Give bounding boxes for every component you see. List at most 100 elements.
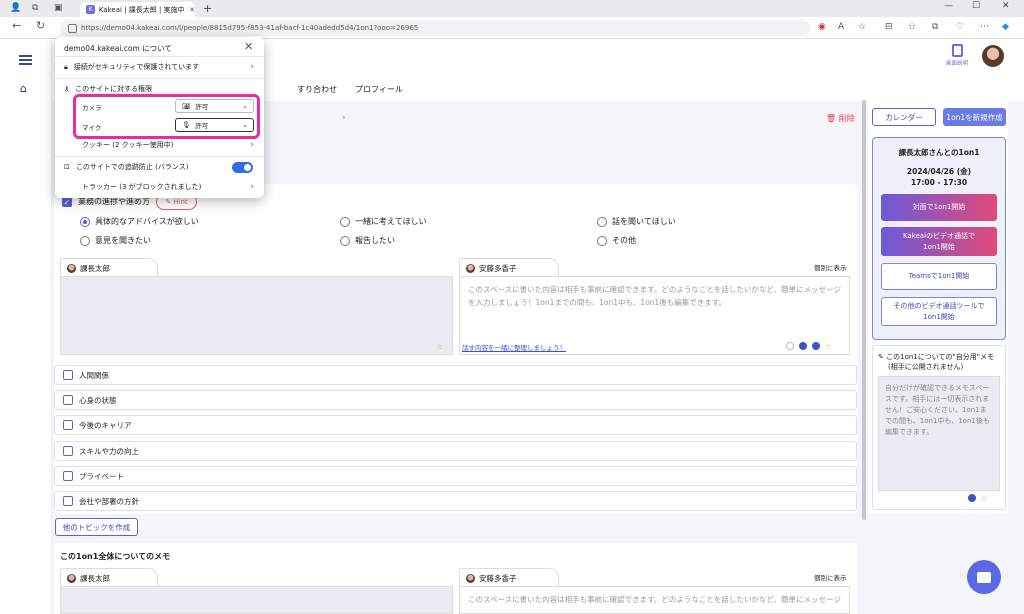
lock-icon: 🔒︎ xyxy=(64,62,68,71)
topic-row[interactable]: 心身の状態 xyxy=(54,390,857,410)
copilot-icon[interactable]: ◆ xyxy=(1002,22,1009,32)
memo-left-input[interactable] xyxy=(60,586,453,614)
collections-toolbar-icon[interactable]: ⧉ xyxy=(932,22,938,32)
read-aloud-icon[interactable]: A xyxy=(838,22,844,32)
more-icon[interactable]: ⋯ xyxy=(980,22,989,32)
start-other-video-button[interactable]: その他のビデオ通話ツールで 1on1開始 xyxy=(881,297,997,326)
delete-button[interactable]: 🗑 削除 xyxy=(826,113,855,124)
option-radio[interactable]: 一緒に考えてほしい xyxy=(340,216,427,227)
url-text: https://demo04.kakeai.com/l/people/8815d… xyxy=(81,24,419,32)
star-icon[interactable]: ☆ xyxy=(980,494,987,503)
topic-row[interactable]: スキルや力の向上 xyxy=(54,441,857,461)
radio-dot xyxy=(597,235,607,246)
memo-title: この1on1全体についてのメモ xyxy=(60,552,171,561)
s-icon[interactable] xyxy=(812,342,820,350)
star-icon[interactable]: ☆ xyxy=(436,342,443,351)
cookie-row[interactable]: クッキー (2 クッキー使用中) › xyxy=(82,140,254,150)
tab-actions-icon[interactable]: ▣ xyxy=(54,3,63,13)
key-icon: ⚷ xyxy=(64,85,70,93)
other-btn-line1: その他のビデオ通話ツールで xyxy=(893,301,985,310)
tracking-toggle[interactable] xyxy=(232,162,253,173)
camera-in-use-icon[interactable]: ◉ xyxy=(818,22,826,32)
start-kakeai-video-button[interactable]: Kakeaiのビデオ通話で 1on1開始 xyxy=(881,227,997,256)
session-time: 17:00 - 17:30 xyxy=(910,178,968,187)
topic-row[interactable]: プライベート xyxy=(54,466,857,486)
option-radio[interactable]: 具体的なアドバイスが欲しい xyxy=(80,216,199,227)
chat-button[interactable] xyxy=(967,560,1001,594)
tracker-row[interactable]: トラッカー (3 がブロックされました) › xyxy=(82,182,254,192)
organize-link-text: 話す内容を一緒に整理しましょう！ xyxy=(462,344,566,352)
delete-label: 削除 xyxy=(838,114,855,123)
right-author: 安藤多香子 xyxy=(479,263,517,273)
radio-dot xyxy=(80,235,90,246)
refresh-icon[interactable]: ↻ xyxy=(36,19,45,32)
emoji-icon[interactable] xyxy=(786,342,794,350)
topic-checkbox[interactable] xyxy=(63,446,73,456)
close-window-icon[interactable]: ✕ xyxy=(1002,1,1010,11)
star-icon[interactable]: ☆ xyxy=(825,342,832,351)
new-1on1-button[interactable]: 1on1を新規作成 xyxy=(943,108,1006,126)
tab-title: Kakeai | 課長太郎 | 実施中の1on1 xyxy=(98,5,185,14)
option-radio[interactable]: 話を聞いてほしい xyxy=(597,216,676,227)
topic-checkbox[interactable] xyxy=(63,471,73,481)
menu-icon[interactable] xyxy=(19,55,32,67)
favorites-icon[interactable]: ☆ xyxy=(908,22,916,32)
start-teams-button[interactable]: Teamsで1on1開始 xyxy=(881,263,997,290)
private-memo-input[interactable]: 自分だけが確認できるメモスペースです。相手には一切表示されません！ご安心ください… xyxy=(878,376,1000,491)
topic-label: スキルや力の向上 xyxy=(79,446,139,456)
topic-label: 今後のキャリア xyxy=(79,420,132,430)
scrollbar[interactable] xyxy=(862,100,866,520)
home-icon[interactable]: ⌂ xyxy=(20,82,27,95)
topic-checkbox[interactable] xyxy=(63,395,73,405)
topic-checkbox[interactable] xyxy=(63,496,73,506)
right-pane-tab: 安藤多香子 xyxy=(459,258,559,277)
address-bar[interactable]: https://demo04.kakeai.com/l/people/8815d… xyxy=(60,20,810,36)
site-info-icon[interactable] xyxy=(68,23,77,33)
private-label[interactable]: 個別に表示 xyxy=(814,262,847,272)
tab-profile[interactable]: プロフィール xyxy=(355,84,403,95)
browser-tab[interactable]: K Kakeai | 課長太郎 | 実施中の1on1 ✕ xyxy=(80,2,195,17)
topic-checkbox[interactable] xyxy=(63,420,73,430)
private-memo-sub: (相手に公開されません) xyxy=(888,363,964,371)
memo-right-input[interactable]: このスペースに書いた内容は相手も事前に確認できます。どのようなことを話したいかな… xyxy=(459,586,850,614)
browser-essentials-icon[interactable]: ♡ xyxy=(956,22,964,32)
new-tab-icon[interactable]: + xyxy=(203,2,212,15)
split-screen-icon[interactable]: ⊟ xyxy=(885,22,893,32)
topic-row[interactable]: 今後のキャリア xyxy=(54,415,857,435)
video-btn-line1: Kakeaiのビデオ通話で xyxy=(902,231,976,240)
topic-row[interactable]: 人間関係 xyxy=(54,365,857,385)
option-radio[interactable]: 意見を聞きたい xyxy=(80,235,151,246)
option-radio[interactable]: その他 xyxy=(597,235,636,246)
record-icon[interactable] xyxy=(799,342,807,350)
start-face-button[interactable]: 対面で1on1開始 xyxy=(881,194,997,221)
topic-checkbox[interactable]: ✓ xyxy=(62,196,72,207)
s-icon[interactable] xyxy=(968,494,976,502)
back-icon[interactable]: ← xyxy=(12,19,21,32)
cookie-label: クッキー (2 クッキー使用中) xyxy=(82,141,174,149)
tab-close-icon[interactable]: ✕ xyxy=(189,6,195,14)
profile-icon[interactable]: 👤 xyxy=(10,3,21,13)
avatar xyxy=(67,263,76,273)
tab-alignment[interactable]: すり合わせ xyxy=(297,84,337,95)
screen-guide-button[interactable]: 画面説明 xyxy=(944,44,970,67)
left-nav xyxy=(0,39,52,614)
chevron-right-icon[interactable]: › xyxy=(342,113,346,123)
memo-private-label[interactable]: 個別に表示 xyxy=(814,572,847,582)
avatar[interactable] xyxy=(982,45,1004,67)
maximize-icon[interactable]: ☐ xyxy=(972,1,980,11)
pane-footer-icons: ☆ xyxy=(786,342,832,351)
left-note-input[interactable] xyxy=(60,276,453,355)
collections-icon[interactable]: ⧉ xyxy=(32,3,38,13)
topic-row[interactable]: 会社や部署の方針 xyxy=(54,491,857,511)
calendar-button[interactable]: カレンダー xyxy=(872,108,936,126)
option-radio[interactable]: 報告したい xyxy=(340,235,395,246)
radio-dot xyxy=(340,216,350,227)
option-label: 話を聞いてほしい xyxy=(612,217,676,226)
create-topic-button[interactable]: 他のトピックを作成 xyxy=(55,518,138,536)
session-datetime: 2024/04/26 (金) 17:00 - 17:30 xyxy=(872,166,1006,188)
topic-checkbox[interactable] xyxy=(63,370,73,380)
favorite-star-icon[interactable]: ☆ xyxy=(858,22,866,32)
close-icon[interactable]: ✕ xyxy=(244,40,253,53)
secure-connection-row[interactable]: 🔒︎ 接続がセキュリティで保護されています › xyxy=(64,62,254,72)
minimize-icon[interactable]: — xyxy=(944,1,953,11)
